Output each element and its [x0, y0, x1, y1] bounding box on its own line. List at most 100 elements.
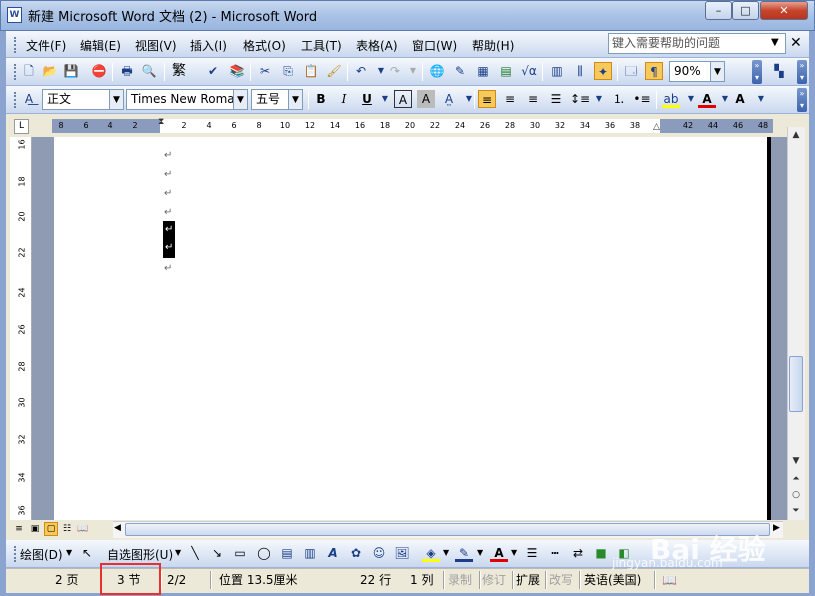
- research-icon[interactable]: 📚: [228, 62, 246, 80]
- outline-view-icon[interactable]: ☷: [60, 522, 74, 536]
- document-close-button[interactable]: ✕: [790, 35, 802, 51]
- insert-excel-icon[interactable]: ▤: [497, 62, 515, 80]
- chevron-down-icon[interactable]: ▼: [289, 89, 303, 110]
- status-overtype[interactable]: 改写: [549, 571, 573, 589]
- print-view-icon[interactable]: ▢: [44, 522, 58, 536]
- line-style-icon[interactable]: ☰: [523, 544, 541, 562]
- oval-icon[interactable]: ◯: [255, 544, 273, 562]
- print-icon[interactable]: 🖶: [118, 62, 136, 80]
- paragraph-mark[interactable]: ↵: [164, 207, 172, 218]
- menu-edit[interactable]: 编辑(E): [80, 37, 121, 54]
- chevron-down-icon[interactable]: ▼: [66, 548, 72, 557]
- align-center-button[interactable]: ≡: [501, 90, 519, 108]
- open-folder-icon[interactable]: 📂: [41, 62, 59, 80]
- align-right-button[interactable]: ≡: [524, 90, 542, 108]
- paragraph-mark[interactable]: ↵: [164, 188, 172, 199]
- spelling-status-icon[interactable]: 📖: [662, 571, 677, 589]
- read-mode-icon[interactable]: 🗔: [622, 62, 640, 80]
- cut-icon[interactable]: ✂: [256, 62, 274, 80]
- close-button[interactable]: ✕: [760, 1, 808, 20]
- char-shading-button[interactable]: A: [417, 90, 435, 108]
- font-size-select[interactable]: 五号: [251, 89, 289, 110]
- web-view-icon[interactable]: ▣: [28, 522, 42, 536]
- hyperlink-icon[interactable]: 🌐: [428, 62, 446, 80]
- diagram-icon[interactable]: ✿: [347, 544, 365, 562]
- draw-font-color-icon[interactable]: A: [490, 544, 508, 562]
- distributed-button[interactable]: ☰: [547, 90, 565, 108]
- vertical-text-box-icon[interactable]: ▥: [301, 544, 319, 562]
- bullets-icon[interactable]: •≡: [633, 90, 651, 108]
- normal-view-icon[interactable]: ≡: [12, 522, 26, 536]
- format-painter-icon[interactable]: 🖌: [325, 62, 343, 80]
- browse-object-icon[interactable]: ○: [790, 490, 802, 500]
- underline-button[interactable]: U: [358, 90, 376, 108]
- toolbar-options-icon[interactable]: » ▾: [797, 88, 807, 112]
- chevron-down-icon[interactable]: ▼: [404, 62, 422, 80]
- scroll-up-icon[interactable]: ▲: [790, 130, 802, 140]
- grow-font-button[interactable]: A: [731, 90, 749, 108]
- layout-icon[interactable]: ▚: [770, 62, 788, 80]
- insert-table-icon[interactable]: ▦: [474, 62, 492, 80]
- autoshapes-button[interactable]: 自选图形(U): [107, 546, 173, 563]
- chevron-down-icon[interactable]: ▼: [460, 90, 478, 108]
- chevron-down-icon[interactable]: ▼: [443, 548, 449, 557]
- spelling-icon[interactable]: ✔: [204, 62, 222, 80]
- chevron-down-icon[interactable]: ▼: [511, 548, 517, 557]
- char-border-button[interactable]: A: [394, 90, 412, 108]
- chevron-down-icon[interactable]: ▼: [477, 548, 483, 557]
- chevron-down-icon[interactable]: ▼: [234, 89, 248, 110]
- picture-icon[interactable]: 🖼: [393, 544, 411, 562]
- indent-marker-icon[interactable]: ⧗: [158, 117, 164, 127]
- chevron-down-icon[interactable]: ▼: [376, 90, 394, 108]
- columns-icon[interactable]: ▥: [548, 62, 566, 80]
- text-box-icon[interactable]: ▤: [278, 544, 296, 562]
- redo-icon[interactable]: ↷: [386, 62, 404, 80]
- italic-button[interactable]: I: [335, 90, 353, 108]
- emphasis-icon[interactable]: A̤: [440, 90, 458, 108]
- chevron-down-icon[interactable]: ▼: [590, 90, 608, 108]
- dash-style-icon[interactable]: ┅: [546, 544, 564, 562]
- draw-menu-button[interactable]: 绘图(D): [20, 546, 63, 563]
- highlight-icon[interactable]: ab: [662, 90, 680, 108]
- rectangle-icon[interactable]: ▭: [231, 544, 249, 562]
- arrow-icon[interactable]: ↘: [208, 544, 226, 562]
- line-icon[interactable]: ╲: [186, 544, 204, 562]
- minimize-button[interactable]: –: [705, 1, 732, 20]
- line-spacing-icon[interactable]: ↕≡: [570, 90, 590, 108]
- undo-icon[interactable]: ↶: [352, 62, 370, 80]
- save-icon[interactable]: 💾: [62, 62, 80, 80]
- chevron-down-icon[interactable]: ▼: [175, 548, 181, 557]
- print-preview-icon[interactable]: 🔍: [140, 62, 158, 80]
- menu-help[interactable]: 帮助(H): [472, 37, 514, 54]
- toolbar-options-icon[interactable]: » ▾: [797, 60, 807, 84]
- paragraph-mark[interactable]: ↵: [164, 169, 172, 180]
- word-app-icon[interactable]: W: [7, 7, 22, 23]
- right-indent-icon[interactable]: △: [653, 122, 660, 132]
- bold-button[interactable]: B: [312, 90, 330, 108]
- toolbar-grip[interactable]: [14, 64, 17, 80]
- drawing-icon[interactable]: ⫼: [571, 62, 589, 80]
- equation-icon[interactable]: √α: [520, 62, 538, 80]
- reading-view-icon[interactable]: 📖: [76, 522, 90, 536]
- menu-file[interactable]: 文件(F): [26, 37, 66, 54]
- menubar-grip[interactable]: [14, 37, 17, 53]
- paste-icon[interactable]: 📋: [302, 62, 320, 80]
- line-color-icon[interactable]: ✎: [455, 544, 473, 562]
- vertical-scroll-thumb[interactable]: [789, 356, 803, 412]
- menu-view[interactable]: 视图(V): [135, 37, 177, 54]
- zoom-select[interactable]: 90%: [669, 61, 711, 82]
- paragraph-mark-selected[interactable]: ↵: [165, 224, 173, 235]
- tables-borders-icon[interactable]: ✎: [451, 62, 469, 80]
- status-record[interactable]: 录制: [448, 571, 472, 589]
- font-color-button[interactable]: A: [698, 90, 716, 108]
- toolbar-grip[interactable]: [14, 92, 17, 108]
- tab-selector[interactable]: L: [14, 119, 29, 134]
- new-document-icon[interactable]: 🗋: [20, 62, 38, 80]
- scroll-right-icon[interactable]: ▶: [773, 523, 780, 533]
- document-map-icon[interactable]: ✦: [594, 62, 612, 80]
- next-page-icon[interactable]: ⏷: [790, 506, 802, 516]
- status-extend[interactable]: 扩展: [516, 571, 540, 589]
- permission-icon[interactable]: ⛔: [90, 62, 108, 80]
- paragraph-mark-selected[interactable]: ↵: [165, 242, 173, 253]
- status-track-changes[interactable]: 修订: [482, 571, 506, 589]
